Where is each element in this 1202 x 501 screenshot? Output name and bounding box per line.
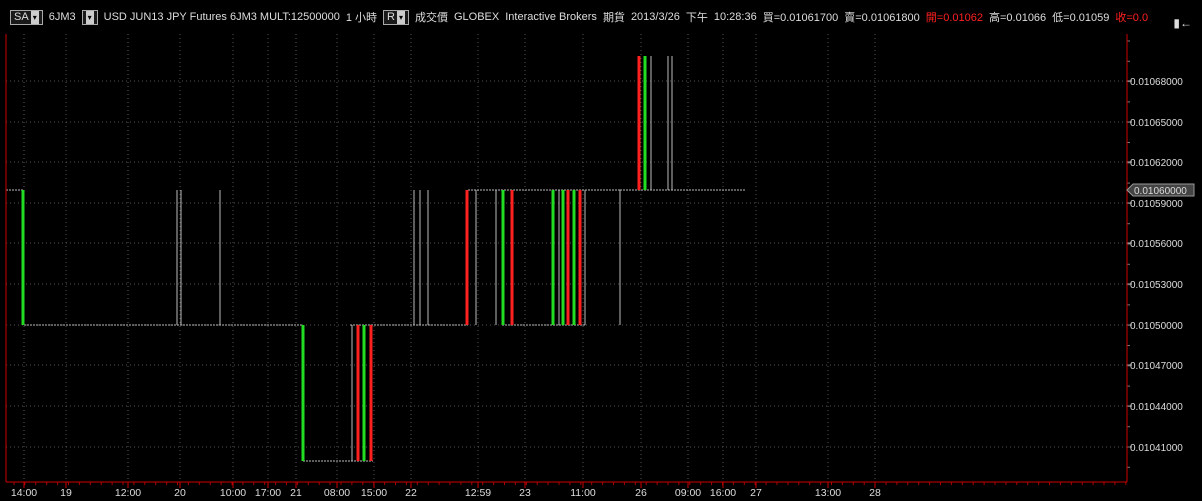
price-bar [671,56,673,190]
x-tick-label: 14:00 [11,487,37,499]
price-bar [351,325,353,461]
chart-bars [6,56,746,462]
price-bar [501,190,505,325]
price-bar [566,190,570,325]
y-tick-label: 0.01056000 [1130,239,1183,250]
x-tick-label: 28 [869,487,881,499]
y-tick-label: 0.01065000 [1130,118,1183,129]
price-bar [465,190,469,325]
price-bar [419,190,421,325]
y-tick-label: 0.01068000 [1130,77,1183,88]
y-tick-label: 0.01047000 [1130,361,1183,372]
y-axis: 0.01068000 0.01065000 0.01062000 0.01059000… [1127,40,1183,468]
price-bar [180,190,182,325]
price-chart[interactable]: 0.01068000 0.01065000 0.01062000 0.01059000… [0,0,1202,501]
x-tick-label: 13:00 [815,487,841,499]
last-price-marker: 0.01060000 [1126,183,1195,197]
price-bar [643,56,647,190]
price-bar [413,190,415,325]
x-tick-label: 12:00 [115,487,141,499]
y-tick-label: 0.01050000 [1130,321,1183,332]
price-bar [301,325,305,461]
x-tick-label: 08:00 [324,487,350,499]
x-tick-label: 27 [750,487,762,499]
x-tick-label: 26 [635,487,647,499]
price-bar [510,190,514,325]
price-bar [362,325,366,461]
price-bar [667,56,669,190]
price-bar [369,325,373,461]
price-bar [176,190,178,325]
x-tick-label: 17:00 [255,487,281,499]
y-tick-label: 0.01041000 [1130,443,1183,454]
x-tick-label: 09:00 [675,487,701,499]
x-tick-label: 19 [60,487,72,499]
price-bar [551,190,555,325]
x-tick-label: 23 [519,487,531,499]
y-tick-label: 0.01044000 [1130,402,1183,413]
y-tick-label: 0.01059000 [1130,199,1183,210]
price-bar [21,190,25,325]
price-bar [572,190,576,325]
price-bar [558,190,560,325]
price-bar [475,190,477,325]
price-bar [561,190,565,325]
x-tick-label: 10:00 [220,487,246,499]
x-tick-label: 22 [405,487,417,499]
price-bar [650,56,652,190]
x-tick-label: 20 [174,487,186,499]
x-axis: 14:00 19 12:00 20 10:00 17:00 21 08:00 15:00 22 12… [11,482,1127,499]
x-tick-label: 16:00 [710,487,736,499]
y-tick-label: 0.01053000 [1130,280,1183,291]
x-tick-label: 12:59 [465,487,491,499]
price-bar [495,190,497,325]
price-bar [578,190,582,325]
last-price-label: 0.01060000 [1134,186,1187,197]
y-tick-label: 0.01062000 [1130,158,1183,169]
price-bar [219,190,221,325]
x-tick-label: 15:00 [361,487,387,499]
price-bar [637,56,641,190]
price-bar [619,190,621,325]
x-tick-label: 11:00 [570,487,596,499]
price-bar [584,190,586,325]
x-tick-label: 21 [290,487,302,499]
price-bar [356,325,360,461]
price-bar [427,190,429,325]
